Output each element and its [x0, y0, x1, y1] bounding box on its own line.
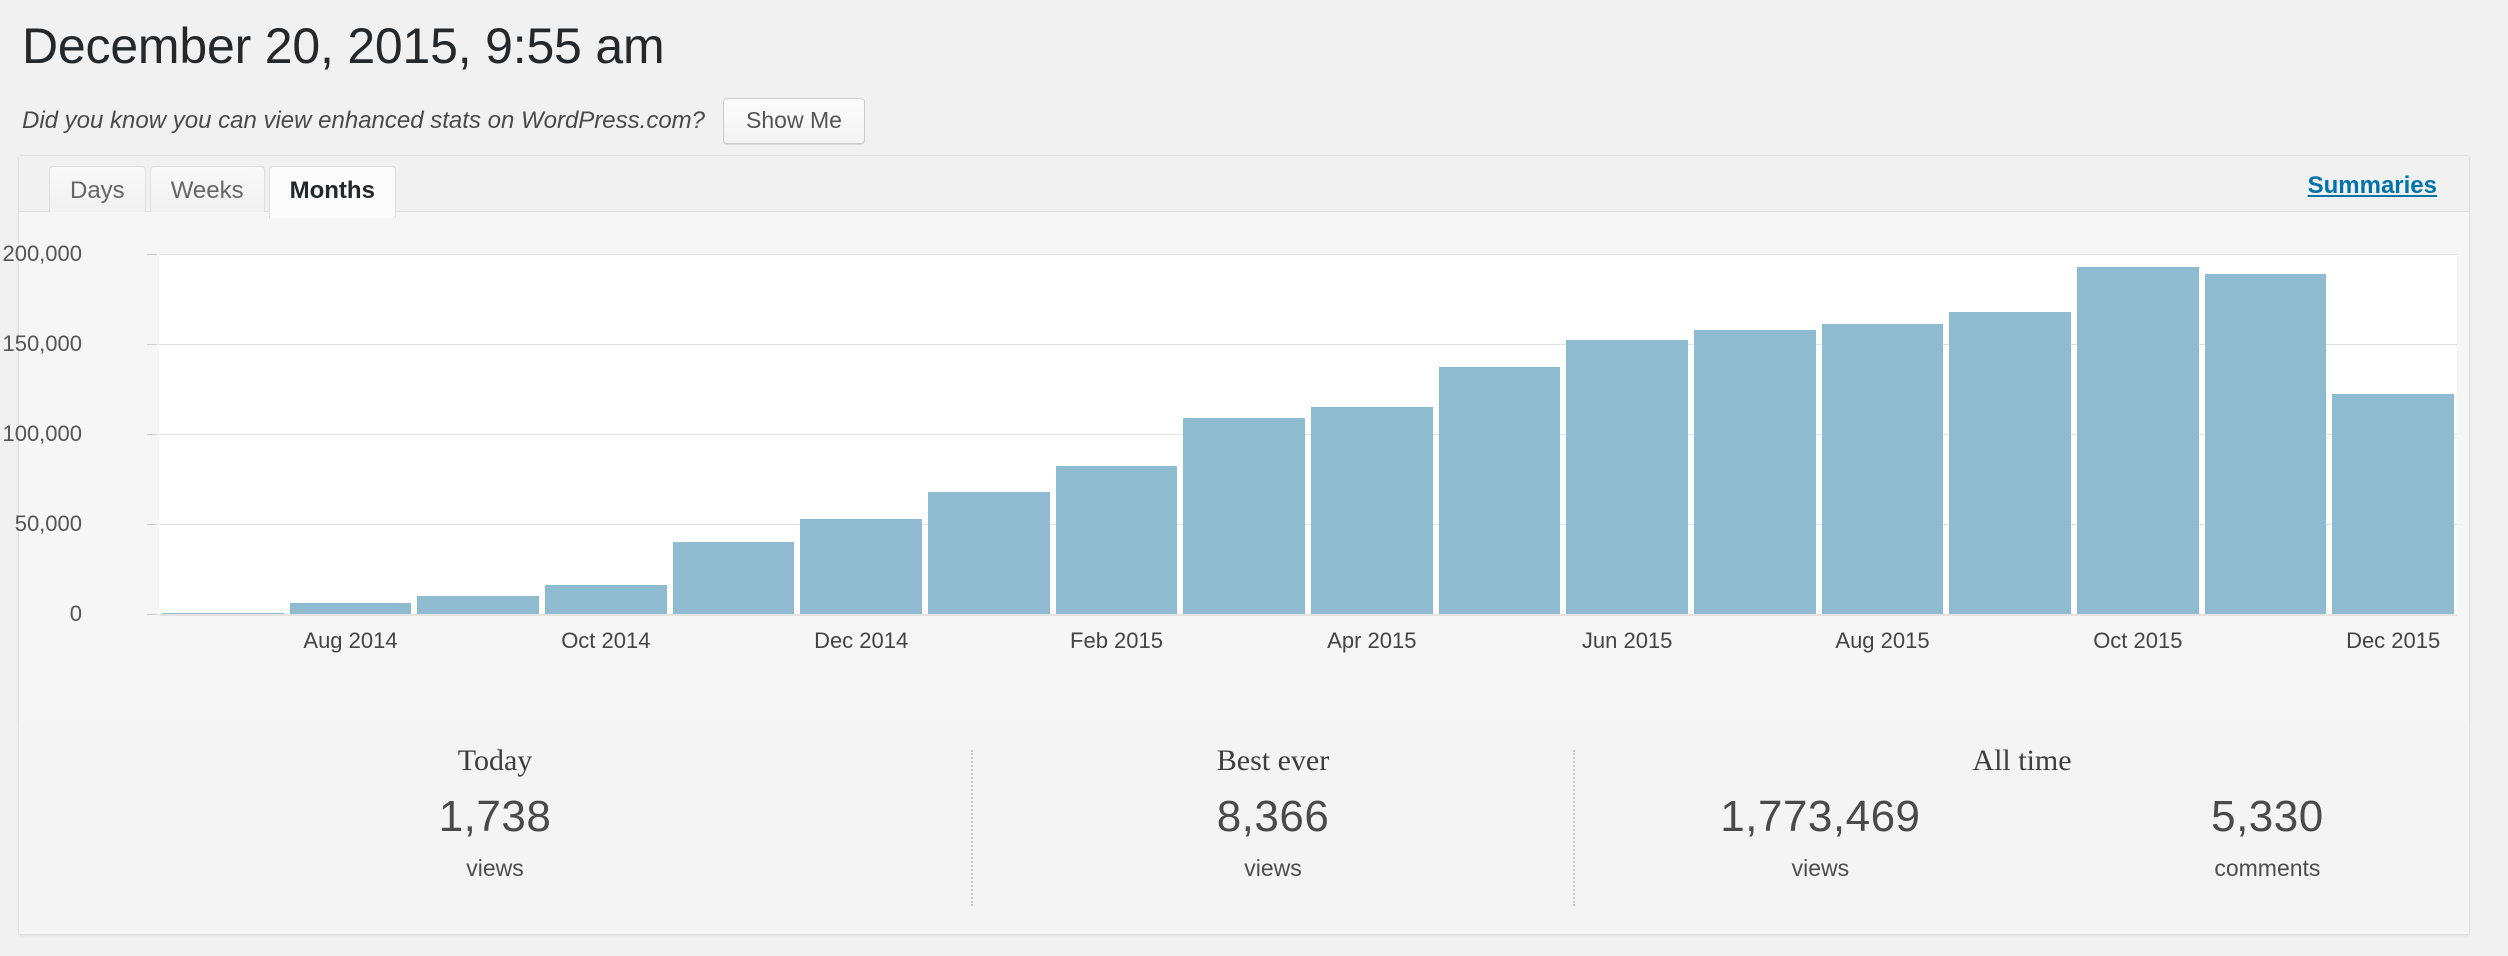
x-axis-tick-label: Oct 2014: [561, 628, 651, 653]
summary-best-ever-title: Best ever: [1216, 744, 1330, 777]
summary-all-time: All time 1,773,469 views 5,330 comments: [1575, 722, 2469, 934]
summaries-link[interactable]: Summaries: [2308, 172, 2437, 200]
show-me-button[interactable]: Show Me: [723, 97, 865, 145]
summary-today-title: Today: [457, 744, 533, 777]
chart-bar[interactable]: [1183, 417, 1305, 614]
summary-all-time-comments-unit: comments: [2214, 855, 2321, 882]
chart-bar[interactable]: [1821, 324, 1944, 614]
x-axis-tick-label: Aug 2015: [1835, 628, 1930, 653]
summary-all-time-title: All time: [1972, 744, 2072, 777]
stats-card: Days Weeks Months Summaries 200,000 150,000…: [2, 155, 2470, 935]
chart-bar[interactable]: [672, 542, 795, 614]
x-axis-tick-label: Jun 2015: [1581, 628, 1673, 653]
x-axis-line: [159, 614, 2457, 616]
chart-region: 200,000 150,000 100,000 50,000 0 Aug 2014 Oct…: [2, 212, 2469, 722]
promo-text: Did you know you can view enhanced stats…: [22, 106, 706, 134]
y-axis-tick-mark: [147, 344, 157, 345]
summary-all-time-views-value: 1,773,469: [1720, 792, 1921, 841]
y-axis-tick-mark: [147, 524, 157, 525]
tab-bar: Days Weeks Months Summaries: [19, 156, 2469, 218]
chart-bar[interactable]: [289, 603, 412, 614]
x-axis-tick-label: Oct 2015: [2093, 628, 2183, 653]
page-header: December 20, 2015, 9:55 am Did you know …: [0, 0, 2508, 145]
summary-strip: Today 1,738 views Best ever 8,366 views …: [19, 722, 2469, 934]
summary-best-ever-value: 8,366: [1216, 792, 1330, 841]
chart-bar[interactable]: [2204, 273, 2327, 614]
tab-weeks[interactable]: Weeks: [149, 166, 265, 217]
chart-bar[interactable]: [1311, 407, 1433, 614]
x-axis-tick-label: Aug 2014: [303, 628, 398, 653]
page-title: December 20, 2015, 9:55 am: [22, 18, 665, 74]
y-axis-tick-label: 0: [69, 601, 82, 626]
summary-today: Today 1,738 views: [19, 722, 971, 934]
chart-bar[interactable]: [2077, 266, 2199, 614]
summary-all-time-comments: 5,330 comments: [2211, 792, 2324, 882]
chart-plot-area: [159, 254, 2457, 615]
chart-bars: [159, 254, 2457, 614]
x-axis-tick-label: Dec 2014: [814, 628, 909, 653]
chart-bar[interactable]: [1694, 329, 1816, 614]
tab-months[interactable]: Months: [268, 166, 396, 218]
summary-all-time-views: 1,773,469 views: [1720, 792, 1921, 882]
chart-bar[interactable]: [1438, 367, 1561, 614]
chart-bar[interactable]: [928, 491, 1050, 614]
chart-bar[interactable]: [545, 585, 667, 614]
chart-bar[interactable]: [417, 596, 539, 614]
y-axis-tick-label: 150,000: [2, 331, 82, 356]
y-axis-tick-label: 100,000: [2, 421, 82, 446]
summary-best-ever-unit: views: [1244, 855, 1302, 882]
x-axis-tick-label: Feb 2015: [1070, 628, 1163, 653]
summary-best-ever: Best ever 8,366 views: [973, 722, 1573, 934]
summary-today-unit: views: [466, 855, 524, 882]
chart-bar[interactable]: [800, 518, 922, 614]
x-axis-labels: Aug 2014 Oct 2014 Dec 2014 Feb 2015 Apr 2015…: [159, 622, 2457, 662]
tab-days[interactable]: Days: [49, 166, 146, 217]
summary-all-time-columns: 1,773,469 views 5,330 comments: [1575, 792, 2469, 882]
y-axis-tick-mark: [147, 254, 157, 255]
chart-bar[interactable]: [1566, 340, 1688, 614]
y-axis-tick-mark: [147, 614, 157, 615]
y-axis-tick-label: 50,000: [14, 511, 82, 536]
y-axis-tick-mark: [147, 434, 157, 435]
y-axis-tick-label: 200,000: [2, 241, 82, 266]
x-axis-tick-label: Dec 2015: [2346, 628, 2441, 653]
chart-bar[interactable]: [2332, 394, 2454, 614]
chart-bar[interactable]: [1949, 311, 2071, 614]
summary-all-time-comments-value: 5,330: [2211, 792, 2324, 841]
x-axis-tick-label: Apr 2015: [1327, 628, 1417, 653]
chart-bar[interactable]: [1055, 466, 1178, 614]
promo-row: Did you know you can view enhanced stats…: [22, 97, 2508, 145]
summary-all-time-views-unit: views: [1791, 855, 1850, 882]
summary-today-value: 1,738: [438, 792, 552, 841]
